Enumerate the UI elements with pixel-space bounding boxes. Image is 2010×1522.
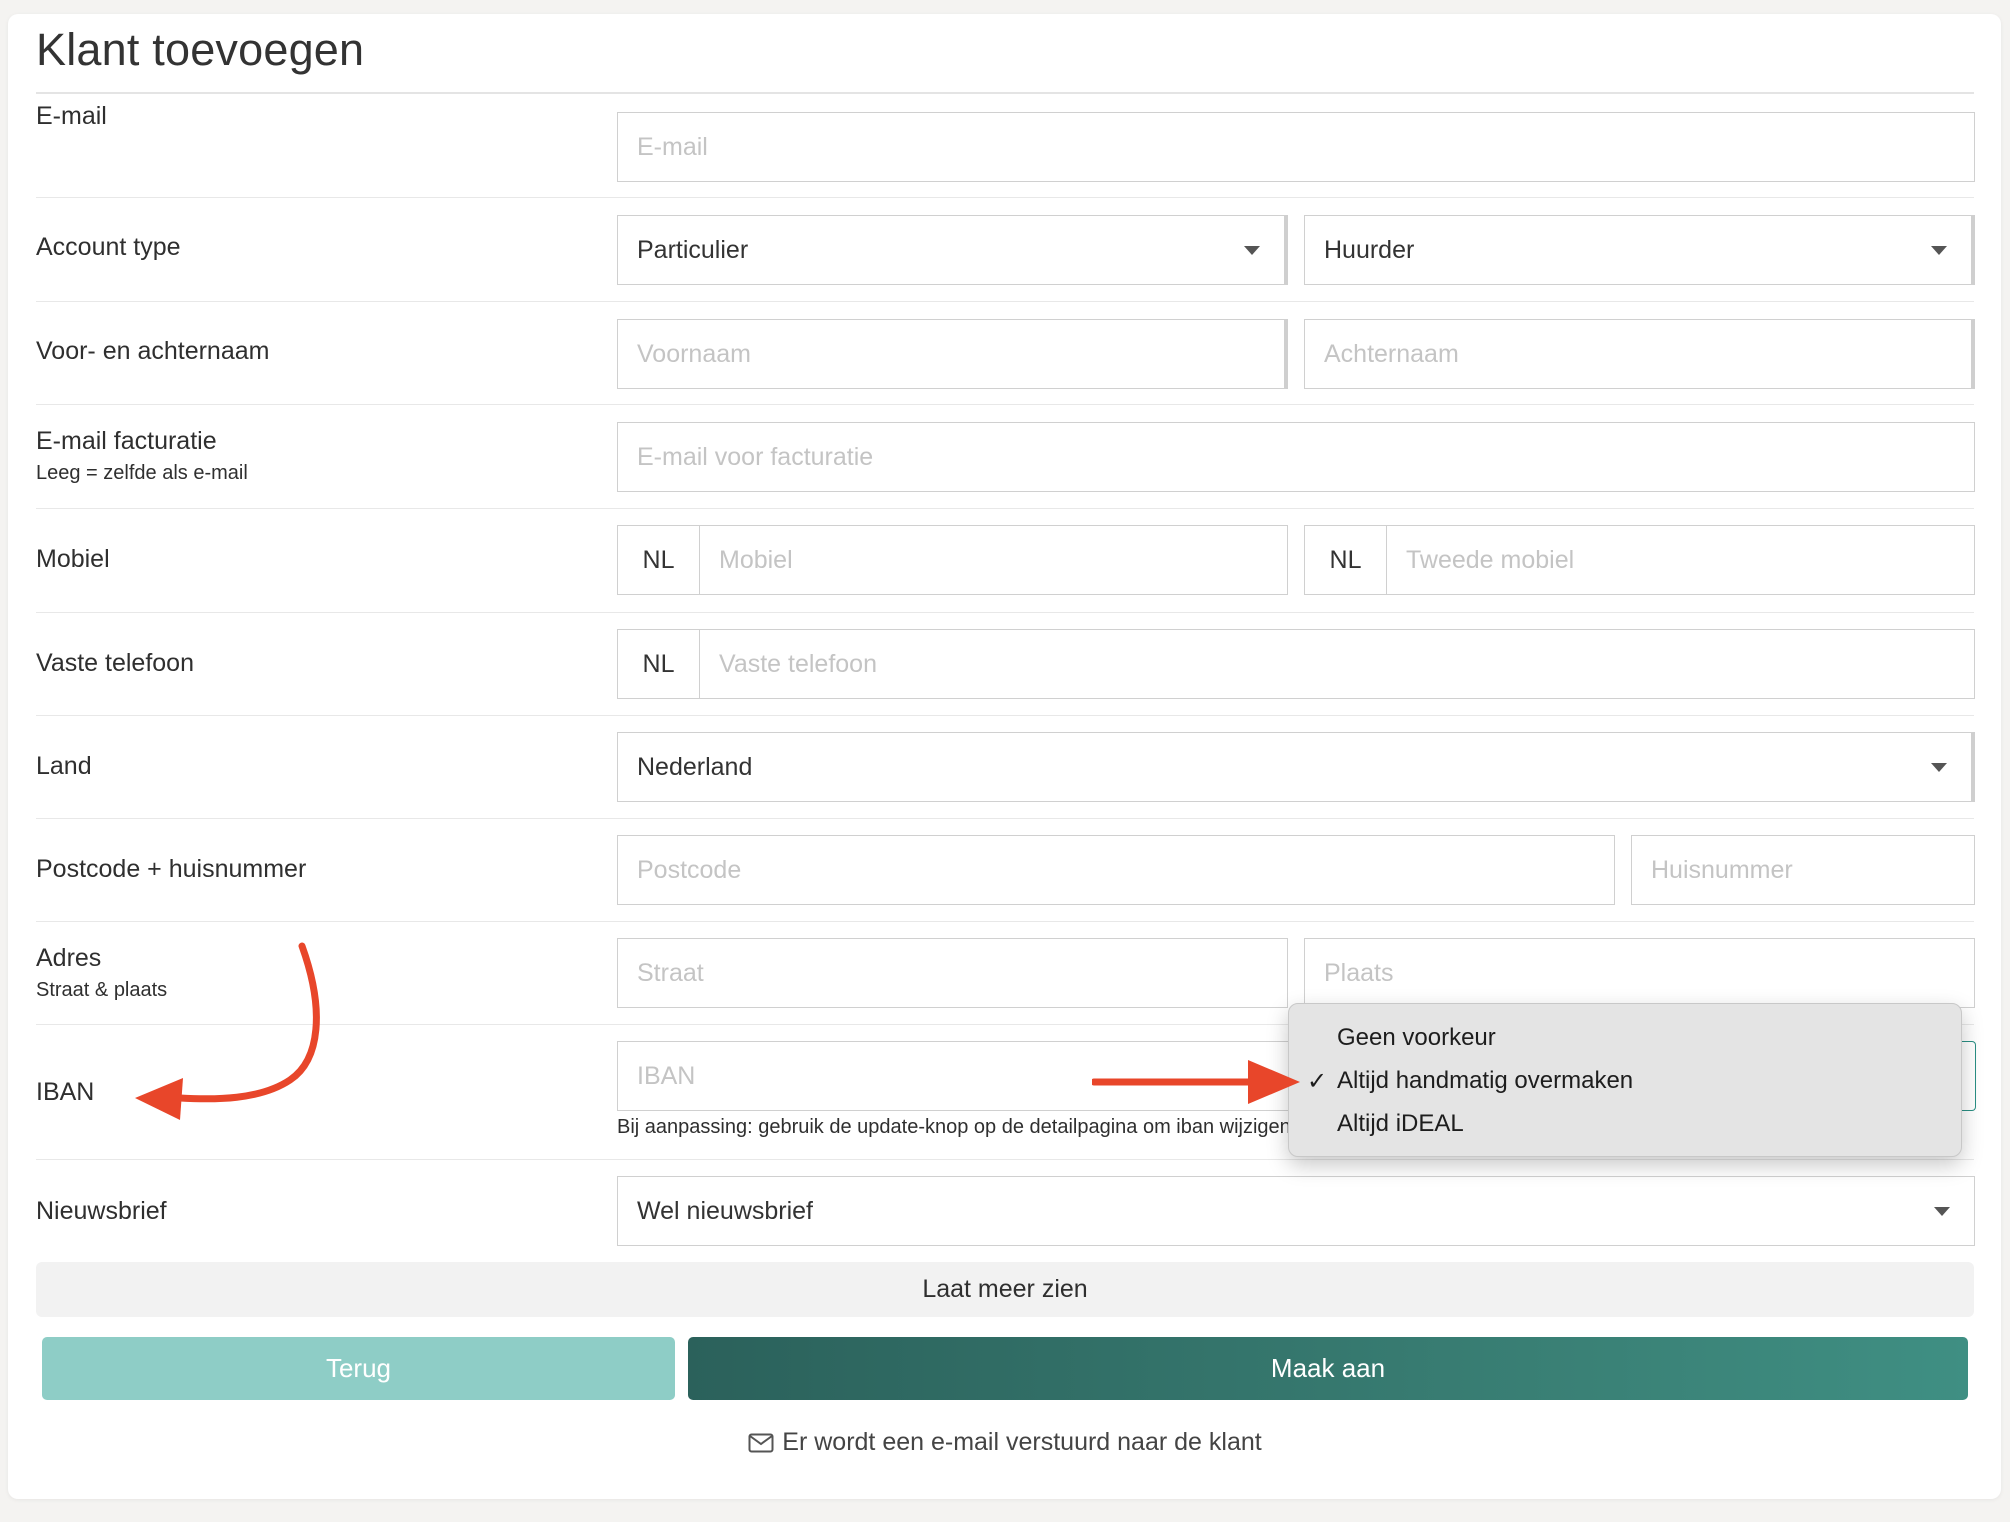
payment-option-no-preference[interactable]: Geen voorkeur bbox=[1337, 1024, 1496, 1052]
row-divider bbox=[36, 715, 1974, 716]
newsletter-value: Wel nieuwsbrief bbox=[637, 1197, 814, 1225]
curved-arrow-annotation bbox=[135, 942, 320, 1120]
account-type-label: Account type bbox=[36, 233, 181, 261]
landline-country-code[interactable]: NL bbox=[617, 629, 700, 699]
straight-arrow-annotation bbox=[1092, 1060, 1300, 1104]
email-notice-text: Er wordt een e-mail verstuurd naar de kl… bbox=[782, 1428, 1262, 1456]
caret-down-icon bbox=[1931, 763, 1947, 772]
country-value: Nederland bbox=[637, 753, 753, 781]
caret-down-icon bbox=[1931, 246, 1947, 255]
second-mobile-country-code[interactable]: NL bbox=[1304, 525, 1387, 595]
mobile-input[interactable]: Mobiel bbox=[699, 525, 1288, 595]
iban-help-text: Bij aanpassing: gebruik de update-knop o… bbox=[617, 1116, 1291, 1138]
customer-role-value: Huurder bbox=[1324, 236, 1415, 264]
first-name-input[interactable]: Voornaam bbox=[617, 319, 1288, 389]
envelope-icon bbox=[748, 1433, 774, 1453]
landline-label: Vaste telefoon bbox=[36, 649, 194, 677]
row-divider bbox=[36, 612, 1974, 613]
country-label: Land bbox=[36, 752, 92, 780]
billing-email-hint: Leeg = zelfde als e-mail bbox=[36, 462, 248, 484]
billing-email-input[interactable]: E-mail voor facturatie bbox=[617, 422, 1975, 492]
customer-role-select[interactable]: Huurder bbox=[1304, 215, 1975, 285]
house-number-input[interactable]: Huisnummer bbox=[1631, 835, 1975, 905]
postcode-input[interactable]: Postcode bbox=[617, 835, 1615, 905]
row-divider bbox=[36, 921, 1974, 922]
title-divider bbox=[36, 92, 1974, 94]
payment-preference-menu: Geen voorkeur ✓ Altijd handmatig overmak… bbox=[1288, 1003, 1962, 1157]
page-title: Klant toevoegen bbox=[36, 24, 365, 75]
mobile-label: Mobiel bbox=[36, 545, 110, 573]
caret-down-icon bbox=[1244, 246, 1260, 255]
row-divider bbox=[36, 404, 1974, 405]
billing-email-label: E-mail facturatie bbox=[36, 427, 217, 455]
second-mobile-input[interactable]: Tweede mobiel bbox=[1386, 525, 1975, 595]
email-input[interactable]: E-mail bbox=[617, 112, 1975, 182]
newsletter-select[interactable]: Wel nieuwsbrief bbox=[617, 1176, 1975, 1246]
last-name-input[interactable]: Achternaam bbox=[1304, 319, 1975, 389]
account-type-value: Particulier bbox=[637, 236, 749, 264]
payment-option-manual-transfer[interactable]: Altijd handmatig overmaken bbox=[1337, 1067, 1633, 1095]
address-label: Adres bbox=[36, 944, 102, 972]
street-input[interactable]: Straat bbox=[617, 938, 1288, 1008]
postcode-label: Postcode + huisnummer bbox=[36, 855, 307, 883]
create-button[interactable]: Maak aan bbox=[688, 1337, 1968, 1400]
row-divider bbox=[36, 818, 1974, 819]
caret-down-icon bbox=[1934, 1207, 1950, 1216]
row-divider bbox=[36, 508, 1974, 509]
row-divider bbox=[36, 197, 1974, 198]
email-label: E-mail bbox=[36, 102, 107, 130]
landline-input[interactable]: Vaste telefoon bbox=[699, 629, 1975, 699]
country-select[interactable]: Nederland bbox=[617, 732, 1975, 802]
name-label: Voor- en achternaam bbox=[36, 337, 270, 365]
mobile-country-code[interactable]: NL bbox=[617, 525, 700, 595]
iban-label: IBAN bbox=[36, 1078, 95, 1106]
newsletter-label: Nieuwsbrief bbox=[36, 1197, 167, 1225]
show-more-button[interactable]: Laat meer zien bbox=[36, 1262, 1974, 1317]
payment-option-ideal[interactable]: Altijd iDEAL bbox=[1337, 1110, 1464, 1138]
account-type-select[interactable]: Particulier bbox=[617, 215, 1288, 285]
row-divider bbox=[36, 1159, 1974, 1160]
email-notice: Er wordt een e-mail verstuurd naar de kl… bbox=[0, 1428, 2010, 1457]
back-button[interactable]: Terug bbox=[42, 1337, 675, 1400]
row-divider bbox=[36, 301, 1974, 302]
city-input[interactable]: Plaats bbox=[1304, 938, 1975, 1008]
